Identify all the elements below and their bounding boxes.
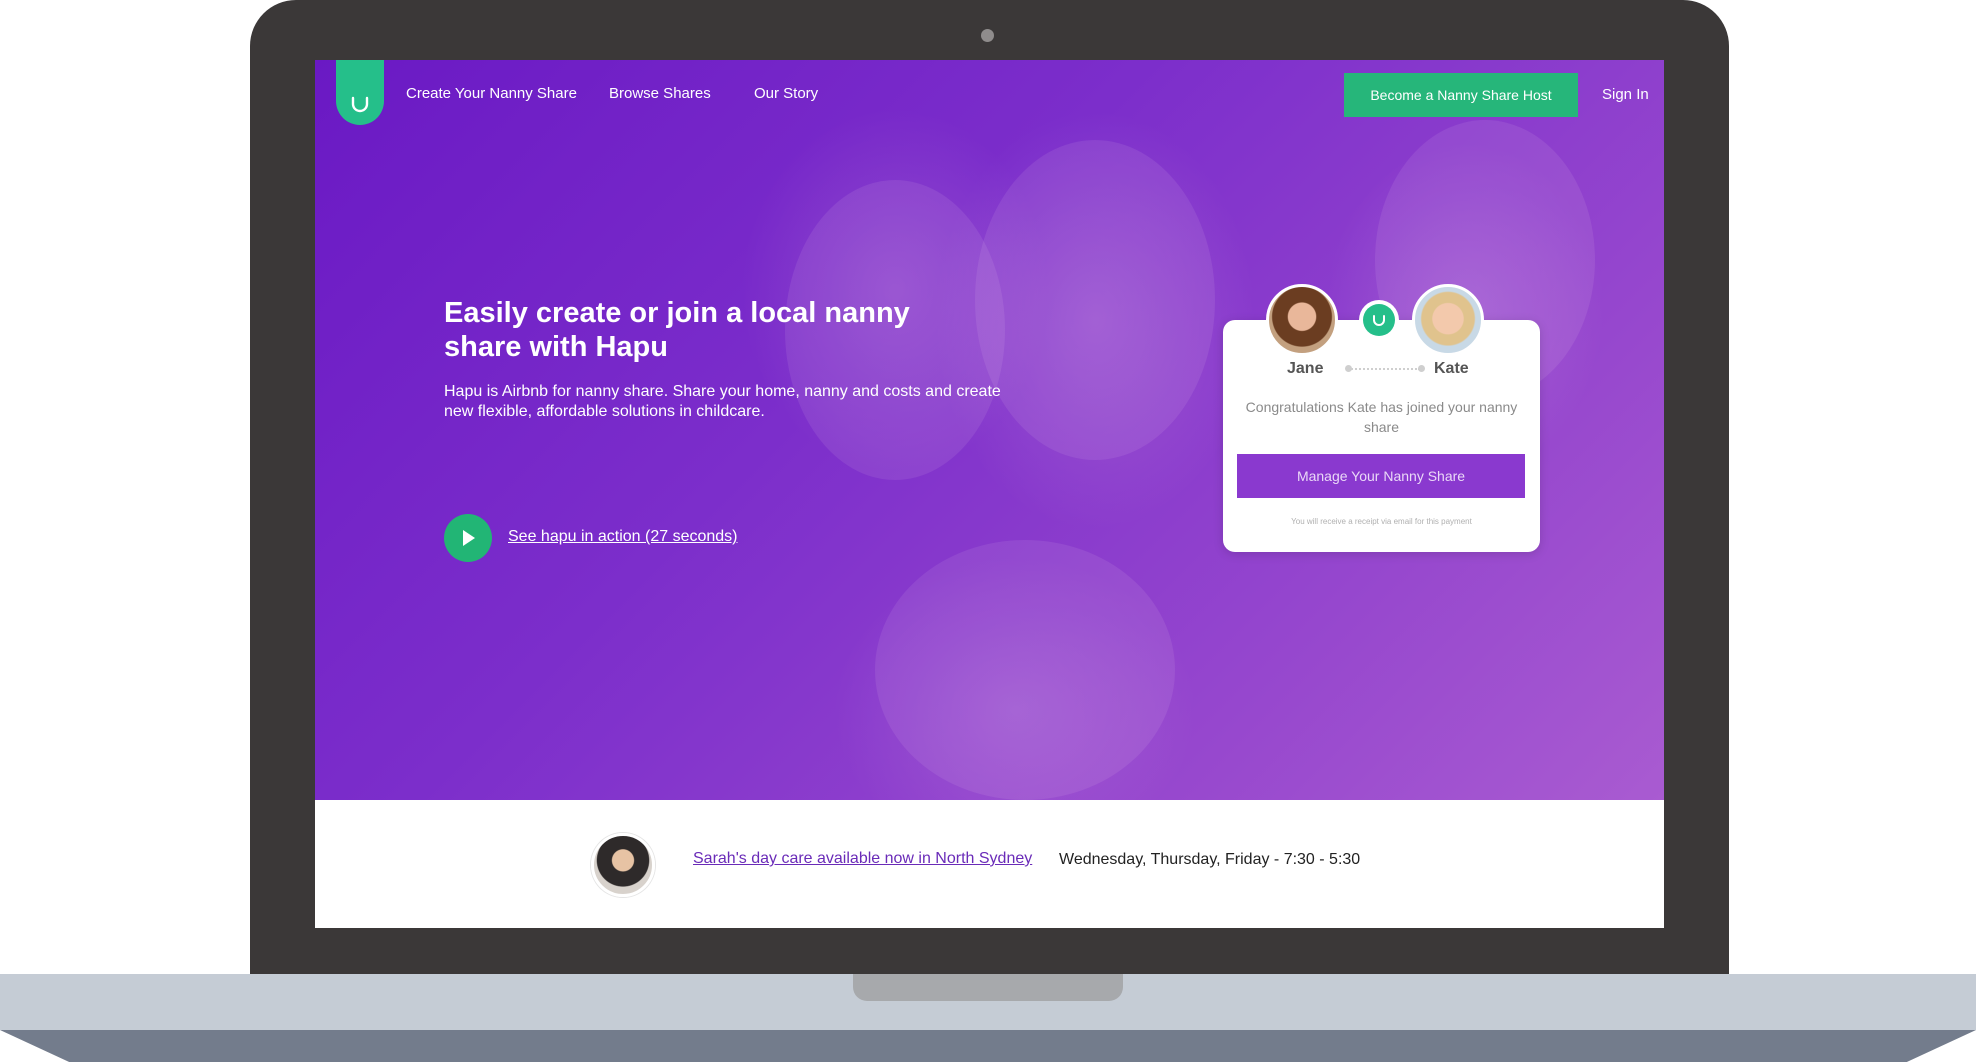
connector-dot bbox=[1418, 365, 1425, 372]
hapu-logo-icon bbox=[351, 96, 369, 113]
kate-avatar bbox=[1412, 284, 1484, 356]
nav-browse-shares[interactable]: Browse Shares bbox=[609, 85, 711, 102]
background-figure bbox=[975, 140, 1215, 460]
play-icon bbox=[463, 530, 475, 546]
nav-our-story[interactable]: Our Story bbox=[754, 85, 818, 102]
manage-nanny-share-button[interactable]: Manage Your Nanny Share bbox=[1237, 454, 1525, 498]
nav-create-nanny-share[interactable]: Create Your Nanny Share bbox=[406, 85, 577, 102]
sarah-avatar bbox=[591, 833, 655, 897]
hero-subtext: Hapu is Airbnb for nanny share. Share yo… bbox=[444, 383, 1001, 420]
play-button[interactable] bbox=[444, 514, 492, 562]
become-host-button[interactable]: Become a Nanny Share Host bbox=[1344, 73, 1578, 117]
confirmation-message: Congratulations Kate has joined your nan… bbox=[1245, 399, 1518, 435]
hapu-link-badge bbox=[1359, 300, 1399, 340]
hero-headline: Easily create or join a local nanny shar… bbox=[444, 297, 910, 363]
hapu-link-icon bbox=[1373, 315, 1385, 326]
receipt-note: You will receive a receipt via email for… bbox=[1291, 517, 1472, 526]
laptop-foot bbox=[0, 1030, 1976, 1062]
laptop-notch bbox=[853, 974, 1123, 1001]
name-kate: Kate bbox=[1434, 360, 1469, 377]
sign-in-link[interactable]: Sign In bbox=[1602, 86, 1649, 103]
watch-video-link[interactable]: See hapu in action (27 seconds) bbox=[508, 528, 737, 546]
name-jane: Jane bbox=[1287, 360, 1324, 377]
listing-link[interactable]: Sarah's day care available now in North … bbox=[693, 850, 1032, 868]
background-figure bbox=[875, 540, 1175, 800]
listing-hours: Wednesday, Thursday, Friday - 7:30 - 5:3… bbox=[1059, 851, 1361, 868]
camera-icon bbox=[981, 29, 994, 42]
connector-line bbox=[1348, 368, 1420, 370]
jane-avatar bbox=[1266, 284, 1338, 356]
hero-section: Create Your Nanny Share Browse Shares Ou… bbox=[315, 60, 1664, 800]
screen: Create Your Nanny Share Browse Shares Ou… bbox=[315, 60, 1664, 928]
hapu-logo[interactable] bbox=[336, 60, 384, 125]
